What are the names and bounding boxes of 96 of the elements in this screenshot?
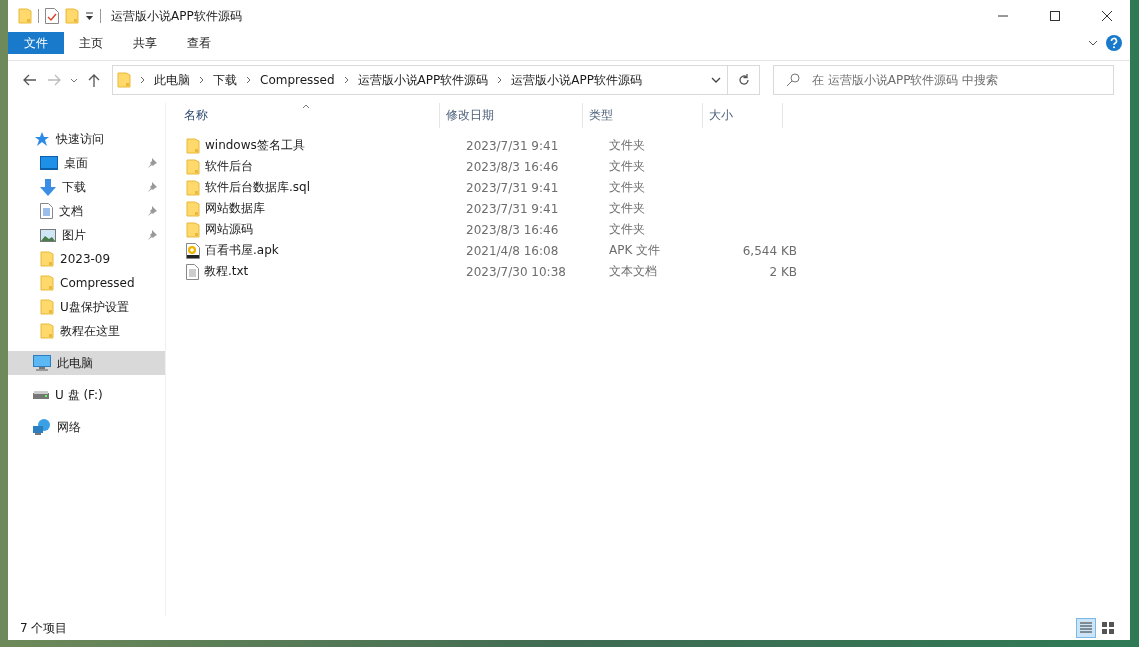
expand-ribbon-chevron-icon[interactable] <box>1088 40 1098 46</box>
nav-item[interactable]: 教程在这里 <box>8 319 165 343</box>
ribbon-tab[interactable]: 查看 <box>172 32 226 54</box>
refresh-button[interactable] <box>728 65 760 95</box>
close-icon <box>1102 11 1112 21</box>
grid-icon <box>1100 620 1116 636</box>
breadcrumb[interactable]: 运营版小说APP软件源码 <box>507 71 646 89</box>
folder-icon <box>186 137 200 154</box>
ribbon-tab[interactable]: 共享 <box>118 32 172 54</box>
nav-item[interactable]: 桌面 <box>8 151 165 175</box>
column-header[interactable]: 大小 <box>703 103 783 128</box>
file-name[interactable]: 教程.txt <box>204 263 249 280</box>
folder-icon <box>117 72 131 88</box>
desktop-icon <box>40 156 58 170</box>
sort-caret-icon <box>302 104 310 109</box>
column-header[interactable]: 修改日期 <box>440 103 583 128</box>
chevron-icon <box>199 76 204 84</box>
document-icon <box>40 203 53 219</box>
refresh-icon <box>737 74 750 86</box>
nav-item[interactable]: U盘保护设置 <box>8 295 165 319</box>
breadcrumb[interactable]: 运营版小说APP软件源码 <box>353 71 493 89</box>
nav-item[interactable]: 下载 <box>8 175 165 199</box>
folder-icon <box>40 251 54 267</box>
folder-icon <box>186 200 200 217</box>
nav-item[interactable]: 2023-09 <box>8 247 165 271</box>
chevron-icon <box>140 76 145 84</box>
dropdown-caret-icon[interactable] <box>85 12 94 20</box>
column-header[interactable]: 名称 <box>166 103 440 128</box>
computer-icon <box>33 355 51 371</box>
window-title: 运营版小说APP软件源码 <box>111 7 242 25</box>
chevron-icon <box>497 76 503 84</box>
apk-file-icon <box>186 242 200 259</box>
breadcrumb[interactable]: 此电脑 <box>150 71 194 89</box>
file-name[interactable]: 百看书屋.apk <box>205 242 279 259</box>
folder-icon <box>186 179 200 196</box>
ribbon-tab[interactable]: 主页 <box>64 32 118 54</box>
file-name[interactable]: 网站源码 <box>205 221 253 238</box>
nav-item[interactable]: 此电脑 <box>8 351 165 375</box>
size-cell-text: 6,544 KB <box>741 243 798 258</box>
star-icon <box>34 131 50 147</box>
date-cell-text: 2023/7/31 9:41 <box>465 180 560 195</box>
size-cell-text: 2 KB <box>768 264 798 279</box>
date-cell-text: 2023/7/31 9:41 <box>465 138 560 153</box>
folder-icon <box>40 323 54 339</box>
nav-item[interactable]: 网络 <box>8 415 165 439</box>
folder-icon <box>186 158 200 175</box>
picture-icon <box>40 228 56 242</box>
file-name[interactable]: windows签名工具 <box>205 137 305 154</box>
text-file-icon <box>186 263 199 280</box>
dropdown-chevron-icon[interactable] <box>711 77 721 83</box>
file-name[interactable]: 软件后台 <box>205 158 253 175</box>
item-count: 7 个项目 <box>20 619 68 637</box>
file-name[interactable]: 软件后台数据库.sql <box>205 179 311 196</box>
address-bar[interactable]: 此电脑 下载 Compressed 运营版小说APP软件源码 运营版小说APP软件源码 <box>112 65 728 95</box>
date-cell-text: 2023/7/30 10:38 <box>465 264 567 279</box>
file-menu-tab[interactable]: 文件 <box>8 32 64 54</box>
type-cell-text: 文件夹 <box>608 200 646 217</box>
nav-item[interactable]: 快速访问 <box>8 127 165 151</box>
folder-icon <box>18 8 32 24</box>
left-arrow-icon <box>23 74 37 86</box>
maximize-icon <box>1050 11 1060 21</box>
chevron-icon <box>246 76 251 84</box>
folder-icon <box>40 299 54 315</box>
type-cell-text: APK 文件 <box>608 242 662 259</box>
date-cell-text: 2021/4/8 16:08 <box>465 243 560 258</box>
folder-icon <box>186 221 200 238</box>
search-field[interactable]: 在 运营版小说APP软件源码 中搜索 <box>773 65 1114 95</box>
new-folder-icon <box>65 8 79 24</box>
up-arrow-icon <box>88 73 100 87</box>
breadcrumb[interactable]: 下载 <box>209 71 241 89</box>
column-header[interactable]: 类型 <box>583 103 703 128</box>
date-cell-text: 2023/8/3 16:46 <box>465 159 560 174</box>
search-icon <box>786 73 800 87</box>
network-icon <box>33 419 51 435</box>
properties-icon[interactable] <box>45 8 59 24</box>
nav-item[interactable]: 文档 <box>8 199 165 223</box>
file-name[interactable]: 网站数据库 <box>205 200 265 217</box>
nav-item[interactable]: 图片 <box>8 223 165 247</box>
type-cell-text: 文件夹 <box>608 158 646 175</box>
type-cell-text: 文件夹 <box>608 179 646 196</box>
list-lines-icon <box>1078 620 1094 636</box>
type-cell-text: 文件夹 <box>608 221 646 238</box>
chevron-icon <box>343 76 349 84</box>
type-cell-text: 文件夹 <box>608 137 646 154</box>
download-arrow-icon <box>40 178 56 196</box>
nav-item[interactable]: U 盘 (F:) <box>8 383 165 407</box>
breadcrumb[interactable]: Compressed <box>256 73 339 87</box>
folder-icon <box>40 275 54 291</box>
right-arrow-icon <box>47 74 61 86</box>
help-icon[interactable] <box>1106 35 1122 51</box>
chevron-down-icon <box>70 77 78 83</box>
drive-icon <box>33 391 49 399</box>
type-cell-text: 文本文档 <box>608 263 658 280</box>
date-cell-text: 2023/8/3 16:46 <box>465 222 560 237</box>
nav-item[interactable]: Compressed <box>8 271 165 295</box>
date-cell-text: 2023/7/31 9:41 <box>465 201 560 216</box>
